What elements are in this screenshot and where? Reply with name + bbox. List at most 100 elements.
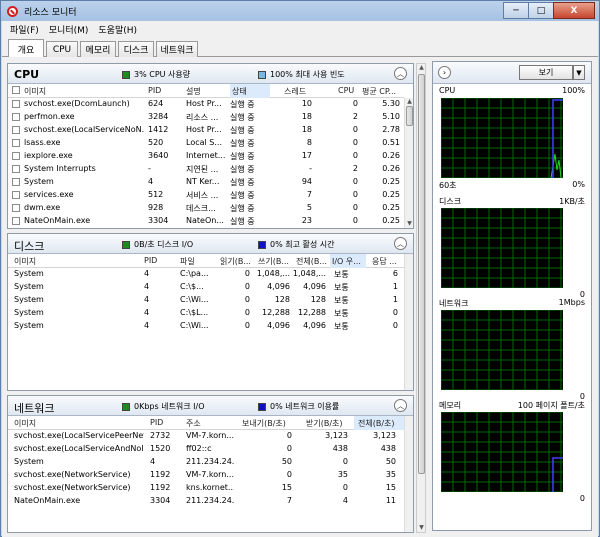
cell-pid: 2732 <box>150 431 171 440</box>
disk-panel-header[interactable]: 디스크 0B/초 디스크 I/O 0% 최고 활성 시간 ︿ <box>8 234 413 254</box>
table-row[interactable]: svchost.exe(NetworkService) 1192 kns.korne… <box>8 482 404 495</box>
cell-io-priority: 보통 <box>334 270 349 279</box>
col-send[interactable]: 보내기(B/초) <box>242 418 294 429</box>
cell-cpu: 0 <box>352 151 358 160</box>
col-description[interactable]: 설명 <box>186 86 226 97</box>
disk-rows: System 4 C:\pa... 0 1,048,... 1,048,... 보통 6 Sys… <box>8 268 404 390</box>
table-row[interactable]: services.exe 512 서비스 ... 실행 중 7 0 0.25 <box>8 189 404 202</box>
scroll-up-icon[interactable]: ▲ <box>406 98 413 106</box>
row-checkbox[interactable] <box>12 191 20 199</box>
cpu-scroll-thumb[interactable] <box>406 106 413 126</box>
table-row[interactable]: NateOnMain.exe 3304 211.234.24... 7 4 11 <box>8 495 404 508</box>
table-row[interactable]: svchost.exe(LocalServicePeerNet) 2732 VM-7… <box>8 430 404 443</box>
col-image[interactable]: 이미지 <box>14 256 124 267</box>
cell-address: 211.234.24... <box>186 457 234 466</box>
col-address[interactable]: 주소 <box>186 418 226 429</box>
table-row[interactable]: System 4 C:\Wi... 0 128 128 보통 1 <box>8 294 404 307</box>
graph-title: 네트워크 <box>439 299 469 308</box>
collapse-disk-icon[interactable]: ︿ <box>394 237 407 250</box>
maximize-button[interactable]: □ <box>528 2 554 19</box>
cell-cpu: 2 <box>352 112 358 121</box>
tab-disk[interactable]: 디스크 <box>118 41 154 57</box>
col-avg-cpu[interactable]: 평균 CP... <box>362 86 404 97</box>
col-threads[interactable]: 스레드 <box>284 86 324 97</box>
scroll-down-icon[interactable]: ▼ <box>418 524 425 532</box>
row-checkbox[interactable] <box>12 217 20 225</box>
tab-cpu[interactable]: CPU <box>46 41 78 57</box>
collapse-network-icon[interactable]: ︿ <box>394 399 407 412</box>
table-row[interactable]: svchost.exe(LocalServiceNoN... 1412 Host P… <box>8 124 404 137</box>
cell-total: 1,048,... <box>292 269 326 278</box>
cell-cpu: 0 <box>352 216 358 225</box>
cell-threads: 23 <box>301 216 312 225</box>
row-checkbox[interactable] <box>12 126 20 134</box>
disk-scrollbar[interactable] <box>404 254 413 390</box>
table-row[interactable]: svchost.exe(DcomLaunch) 624 Host Pr... 실행 중… <box>8 98 404 111</box>
row-checkbox[interactable] <box>12 100 20 108</box>
col-cpu[interactable]: CPU <box>338 86 358 95</box>
row-checkbox[interactable] <box>12 113 20 121</box>
title-bar[interactable]: 리소스 모니터 ─ □ X <box>1 1 599 21</box>
tab-network[interactable]: 네트워크 <box>156 41 198 57</box>
table-row[interactable]: System Interrupts - 지연된 ... 실행 중 - 2 0.26 <box>8 163 404 176</box>
cpu-scrollbar[interactable]: ▲ ▼ <box>404 98 413 228</box>
row-checkbox[interactable] <box>12 139 20 147</box>
main-scroll-thumb[interactable] <box>418 74 425 474</box>
col-total[interactable]: 전체(B/초) <box>354 416 404 430</box>
table-row[interactable]: System 4 C:\Wi... 0 4,096 4,096 보통 0 <box>8 320 404 333</box>
table-row[interactable]: perfmon.exe 3284 리소스 ... 실행 중 18 2 5.10 <box>8 111 404 124</box>
cell-image: svchost.exe(LocalServiceNoN... <box>24 125 144 134</box>
table-row[interactable]: svchost.exe(NetworkService) 1192 VM-7.korn… <box>8 469 404 482</box>
tab-memory[interactable]: 메모리 <box>80 41 116 57</box>
main-scrollbar[interactable]: ▲ ▼ <box>416 63 426 533</box>
row-checkbox[interactable] <box>12 178 20 186</box>
scroll-up-icon[interactable]: ▲ <box>418 64 425 72</box>
tab-overview[interactable]: 개요 <box>8 39 44 58</box>
col-pid[interactable]: PID <box>144 256 170 265</box>
menu-monitor[interactable]: 모니터(M) <box>49 23 89 36</box>
col-response[interactable]: 응답 ... <box>372 256 404 267</box>
cell-pid: 3304 <box>150 496 171 505</box>
col-io-priority[interactable]: I/O 우... <box>330 254 366 268</box>
col-total[interactable]: 전체(B... <box>296 256 330 267</box>
chevron-down-icon[interactable]: ▼ <box>573 65 585 80</box>
cell-pid: 520 <box>148 138 164 147</box>
view-button[interactable]: 보기 <box>519 65 573 80</box>
col-read[interactable]: 읽기(B... <box>220 256 256 267</box>
col-image[interactable]: 이미지 <box>24 86 136 97</box>
menu-file[interactable]: 파일(F) <box>10 23 39 36</box>
table-row[interactable]: svchost.exe(LocalServiceAndNoI... 1520 ff0… <box>8 443 404 456</box>
cell-cpu: 0 <box>352 138 358 147</box>
table-row[interactable]: NateOnMain.exe 3304 NateOn... 실행 중 23 0 0.25 <box>8 215 404 226</box>
minimize-button[interactable]: ─ <box>503 2 529 19</box>
row-checkbox[interactable] <box>12 204 20 212</box>
col-status[interactable]: 상태 <box>230 84 270 98</box>
table-row[interactable]: dwm.exe 928 데스크... 실행 중 5 0 0.25 <box>8 202 404 215</box>
menu-help[interactable]: 도움말(H) <box>98 23 137 36</box>
col-image[interactable]: 이미지 <box>14 418 134 429</box>
table-row[interactable]: System 4 211.234.24... 50 0 50 <box>8 456 404 469</box>
collapse-cpu-icon[interactable]: ︿ <box>394 67 407 80</box>
col-pid[interactable]: PID <box>148 86 188 95</box>
col-file[interactable]: 파일 <box>180 256 214 267</box>
row-checkbox[interactable] <box>12 152 20 160</box>
cell-pid: 512 <box>148 190 164 199</box>
col-write[interactable]: 쓰기(B... <box>258 256 294 267</box>
close-button[interactable]: X <box>553 2 595 19</box>
cell-image: perfmon.exe <box>24 112 75 121</box>
col-receive[interactable]: 받기(B/초) <box>306 418 352 429</box>
col-pid[interactable]: PID <box>150 418 180 427</box>
network-panel-header[interactable]: 네트워크 0Kbps 네트워크 I/O 0% 네트워크 이용률 ︿ <box>8 396 413 416</box>
table-row[interactable]: System 4 NT Ker... 실행 중 94 0 0.25 <box>8 176 404 189</box>
chevron-right-icon[interactable]: › <box>438 66 451 79</box>
table-row[interactable]: lsass.exe 520 Local S... 실행 중 8 0 0.51 <box>8 137 404 150</box>
cpu-panel-header[interactable]: CPU 3% CPU 사용량 100% 최대 사용 빈도 ︿ <box>8 64 413 84</box>
select-all-checkbox[interactable] <box>12 86 20 94</box>
table-row[interactable]: System 4 C:\$... 0 4,096 4,096 보통 1 <box>8 281 404 294</box>
network-scrollbar[interactable] <box>404 416 413 532</box>
table-row[interactable]: System 4 C:\pa... 0 1,048,... 1,048,... 보통 6 <box>8 268 404 281</box>
row-checkbox[interactable] <box>12 165 20 173</box>
table-row[interactable]: iexplore.exe 3640 Internet... 실행 중 17 0 0.26 <box>8 150 404 163</box>
scroll-down-icon[interactable]: ▼ <box>406 220 413 228</box>
table-row[interactable]: System 4 C:\$L... 0 12,288 12,288 보통 0 <box>8 307 404 320</box>
